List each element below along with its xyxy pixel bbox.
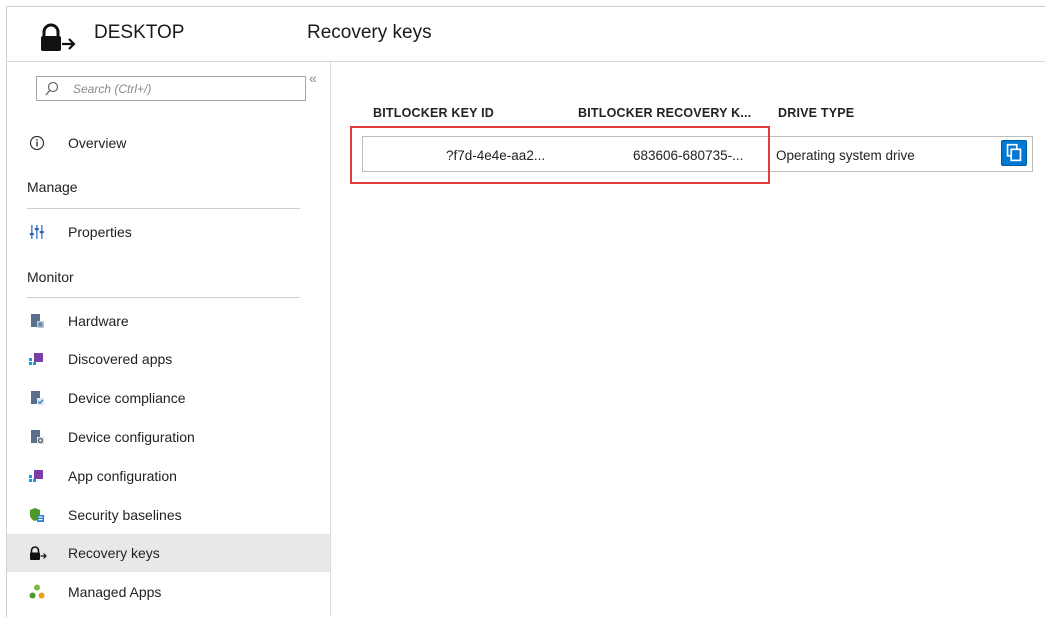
hardware-icon (31, 314, 44, 328)
sidebar-item-label: Hardware (68, 313, 129, 329)
search-icon (45, 81, 59, 96)
search-placeholder: Search (Ctrl+/) (73, 82, 152, 96)
info-icon (29, 135, 45, 151)
section-label-manage: Manage (27, 179, 78, 195)
device-name: DESKTOP (94, 22, 185, 43)
sidebar-item-label: Recovery keys (68, 545, 160, 561)
sidebar: Search (Ctrl+/) « Overview Manage Proper… (7, 62, 331, 617)
device-configuration-icon (31, 430, 44, 444)
search-input[interactable]: Search (Ctrl+/) (36, 76, 306, 101)
discovered-apps-icon (29, 353, 43, 365)
sidebar-item-app-configuration[interactable]: App configuration (7, 457, 330, 495)
sidebar-item-hardware[interactable]: Hardware (7, 302, 330, 340)
sidebar-item-label: Managed Apps (68, 584, 162, 600)
app-configuration-icon (29, 470, 43, 482)
column-header-recovery-key[interactable]: BITLOCKER RECOVERY K... (578, 106, 751, 120)
sidebar-item-label: Device compliance (68, 390, 186, 406)
section-divider (27, 208, 300, 209)
sidebar-item-discovered-apps[interactable]: Discovered apps (7, 340, 330, 378)
section-divider (27, 297, 300, 298)
sidebar-item-properties[interactable]: Properties (7, 213, 330, 251)
copy-icon (1006, 143, 1022, 162)
security-baselines-icon (30, 508, 44, 522)
section-label-monitor: Monitor (27, 269, 74, 285)
blade-header: DESKTOP Recovery keys (7, 7, 1045, 61)
sidebar-item-security-baselines[interactable]: Security baselines (7, 496, 330, 534)
sidebar-item-label: Overview (68, 135, 127, 151)
sidebar-item-overview[interactable]: Overview (7, 124, 330, 162)
properties-icon (29, 225, 44, 239)
column-header-key-id[interactable]: BITLOCKER KEY ID (373, 106, 494, 120)
lock-arrow-icon (30, 546, 47, 560)
sidebar-item-managed-apps[interactable]: Managed Apps (7, 573, 330, 611)
column-header-drive-type[interactable]: DRIVE TYPE (778, 106, 854, 120)
device-compliance-icon (31, 391, 44, 405)
sidebar-item-label: Properties (68, 224, 132, 240)
page-title: Recovery keys (307, 22, 432, 43)
sidebar-item-recovery-keys[interactable]: Recovery keys (7, 534, 330, 572)
lock-arrow-icon (41, 23, 76, 51)
sidebar-item-label: Device configuration (68, 429, 195, 445)
sidebar-item-label: App configuration (68, 468, 177, 484)
collapse-sidebar-icon[interactable]: « (309, 70, 317, 86)
sidebar-item-device-compliance[interactable]: Device compliance (7, 379, 330, 417)
copy-button[interactable] (1001, 140, 1027, 166)
sidebar-item-label: Discovered apps (68, 351, 173, 367)
sidebar-item-label: Security baselines (68, 507, 182, 523)
drive-type: Operating system drive (776, 148, 915, 163)
managed-apps-icon (29, 584, 45, 599)
sidebar-item-device-configuration[interactable]: Device configuration (7, 418, 330, 456)
highlight-annotation (350, 126, 770, 184)
